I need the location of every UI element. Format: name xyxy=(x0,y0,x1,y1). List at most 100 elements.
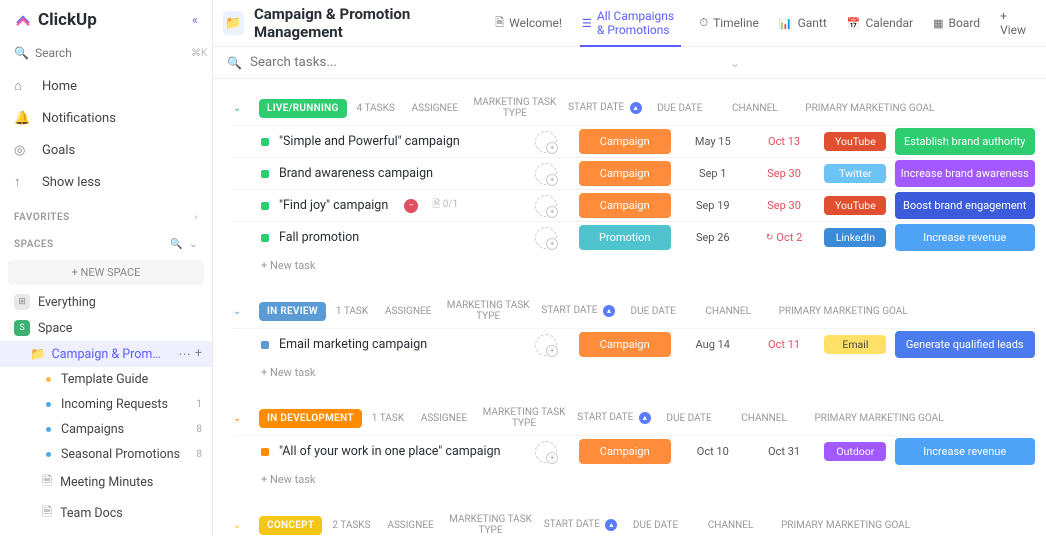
task-row[interactable]: Brand awareness campaign Campaign Sep 1Sep… xyxy=(233,157,1036,189)
sort-asc-icon[interactable]: ▲ xyxy=(639,412,651,424)
task-row[interactable]: "Simple and Powerful" campaign Campaign Ma… xyxy=(233,125,1036,157)
col-assignee[interactable]: ASSIGNEE xyxy=(378,306,438,317)
collapse-group-icon[interactable]: ⌄ xyxy=(233,103,249,114)
col-primary-marketing-goal[interactable]: PRIMARY MARKETING GOAL xyxy=(771,520,921,531)
marketing-task-type-badge[interactable]: Campaign xyxy=(579,193,671,218)
goal-badge[interactable]: Increase revenue xyxy=(895,224,1035,251)
sort-asc-icon[interactable]: ▲ xyxy=(630,102,642,114)
start-date[interactable]: Sep 19 xyxy=(675,199,751,212)
status-dot[interactable] xyxy=(261,202,269,210)
goal-badge[interactable]: Establish brand authority xyxy=(895,128,1035,155)
col-due-date[interactable]: DUE DATE xyxy=(654,413,724,424)
assignee-empty[interactable] xyxy=(535,227,557,249)
status-pill[interactable]: IN DEVELOPMENT xyxy=(259,409,362,428)
task-title[interactable]: "Simple and Powerful" campaign xyxy=(279,134,460,149)
tree-space[interactable]: S Space xyxy=(0,315,212,341)
channel-badge[interactable]: YouTube xyxy=(824,196,886,215)
col-primary-marketing-goal[interactable]: PRIMARY MARKETING GOAL xyxy=(768,306,918,317)
task-title[interactable]: "Find joy" campaign xyxy=(279,198,388,213)
channel-badge[interactable]: Email xyxy=(824,335,886,354)
tree-item[interactable]: Campaigns8 xyxy=(0,417,212,442)
tree-item[interactable]: 🗎Meeting Minutes xyxy=(0,467,212,498)
col-assignee[interactable]: ASSIGNEE xyxy=(414,413,474,424)
col-start-date[interactable]: START DATE ▲ xyxy=(541,519,621,531)
collapse-group-icon[interactable]: ⌄ xyxy=(233,520,249,531)
nav-show-less[interactable]: ↑Show less xyxy=(0,166,212,198)
marketing-task-type-badge[interactable]: Campaign xyxy=(579,161,671,186)
collapse-sidebar-icon[interactable]: « xyxy=(192,13,198,28)
plus-icon[interactable]: + xyxy=(195,346,202,362)
start-date[interactable]: Aug 14 xyxy=(675,338,751,351)
start-date[interactable]: Oct 10 xyxy=(675,445,751,458)
col-due-date[interactable]: DUE DATE xyxy=(618,306,688,317)
new-space-button[interactable]: + NEW SPACE xyxy=(8,260,204,285)
due-date[interactable]: Oct 11 xyxy=(751,338,818,351)
status-dot[interactable] xyxy=(261,234,269,242)
status-dot[interactable] xyxy=(261,170,269,178)
chevron-right-icon[interactable]: › xyxy=(194,212,198,223)
sort-asc-icon[interactable]: ▲ xyxy=(603,305,615,317)
status-dot[interactable] xyxy=(261,138,269,146)
marketing-task-type-badge[interactable]: Campaign xyxy=(579,439,671,464)
tab--view[interactable]: + View xyxy=(990,0,1036,47)
tree-campaign-promotion[interactable]: 📁 Campaign & Promotion M... ⋯+ xyxy=(0,341,212,367)
tab-welcome-[interactable]: 🗎Welcome! xyxy=(485,0,572,47)
assignee-empty[interactable] xyxy=(535,163,557,185)
task-title[interactable]: Email marketing campaign xyxy=(279,337,427,352)
assignee-empty[interactable] xyxy=(535,441,557,463)
marketing-task-type-badge[interactable]: Campaign xyxy=(579,129,671,154)
status-pill[interactable]: CONCEPT xyxy=(259,516,322,535)
goal-badge[interactable]: Generate qualified leads xyxy=(895,331,1035,358)
status-pill[interactable]: LIVE/RUNNING xyxy=(259,99,347,118)
col-start-date[interactable]: START DATE ▲ xyxy=(538,305,618,317)
col-start-date[interactable]: START DATE ▲ xyxy=(574,412,654,424)
new-task-button[interactable]: + New task xyxy=(233,360,1036,385)
task-search-input[interactable] xyxy=(250,55,430,70)
tree-item[interactable]: Seasonal Promotions8 xyxy=(0,442,212,467)
goal-badge[interactable]: Boost brand engagement xyxy=(895,192,1035,219)
task-title[interactable]: "All of your work in one place" campaign xyxy=(279,444,501,459)
col-channel[interactable]: CHANNEL xyxy=(724,413,804,424)
task-row[interactable]: "All of your work in one place" campaign… xyxy=(233,435,1036,467)
due-date[interactable]: Sep 30 xyxy=(751,199,818,212)
chevron-down-icon[interactable]: ⌄ xyxy=(730,56,740,70)
marketing-task-type-badge[interactable]: Promotion xyxy=(579,225,671,250)
start-date[interactable]: Sep 26 xyxy=(675,231,751,244)
assignee-empty[interactable] xyxy=(535,334,557,356)
collapse-group-icon[interactable]: ⌄ xyxy=(233,413,249,424)
due-date[interactable]: ↻Oct 2 xyxy=(751,231,818,244)
collapse-group-icon[interactable]: ⌄ xyxy=(233,306,249,317)
assignee-empty[interactable] xyxy=(535,131,557,153)
task-title[interactable]: Fall promotion xyxy=(279,230,359,245)
tab-timeline[interactable]: ⏱Timeline xyxy=(689,0,768,47)
task-title[interactable]: Brand awareness campaign xyxy=(279,166,433,181)
start-date[interactable]: May 15 xyxy=(675,135,751,148)
task-row[interactable]: "Find joy" campaign−🗎 0/1CampaignSep 19S… xyxy=(233,189,1036,221)
task-row[interactable]: Fall promotionPromotionSep 26↻Oct 2Linke… xyxy=(233,221,1036,253)
due-date[interactable]: Oct 31 xyxy=(751,445,818,458)
more-icon[interactable]: ⋯ xyxy=(178,346,191,362)
col-marketing-task-type[interactable]: MARKETING TASK TYPE xyxy=(441,514,541,536)
col-assignee[interactable]: ASSIGNEE xyxy=(405,103,465,114)
col-marketing-task-type[interactable]: MARKETING TASK TYPE xyxy=(438,300,538,322)
tab-calendar[interactable]: 📅Calendar xyxy=(837,0,923,47)
tab-all-campaigns-promotions[interactable]: ☰All Campaigns & Promotions xyxy=(572,0,689,47)
tree-item[interactable]: 🗎Team Docs xyxy=(0,498,212,529)
task-row[interactable]: Email marketing campaignCampaignAug 14Oc… xyxy=(233,328,1036,360)
tab-gantt[interactable]: 📊Gantt xyxy=(769,0,837,47)
channel-badge[interactable]: Twitter xyxy=(824,164,886,183)
goal-badge[interactable]: Increase brand awareness xyxy=(895,160,1035,187)
sidebar-search-input[interactable] xyxy=(35,46,191,60)
new-task-button[interactable]: + New task xyxy=(233,467,1036,492)
col-due-date[interactable]: DUE DATE xyxy=(621,520,691,531)
col-channel[interactable]: CHANNEL xyxy=(715,103,795,114)
tree-item[interactable]: Template Guide xyxy=(0,367,212,392)
status-dot[interactable] xyxy=(261,448,269,456)
due-date[interactable]: Sep 30 xyxy=(751,167,818,180)
col-assignee[interactable]: ASSIGNEE xyxy=(381,520,441,531)
assignee-empty[interactable] xyxy=(535,195,557,217)
due-date[interactable]: Oct 13 xyxy=(751,135,818,148)
start-date[interactable]: Sep 1 xyxy=(675,167,751,180)
col-due-date[interactable]: DUE DATE xyxy=(645,103,715,114)
col-channel[interactable]: CHANNEL xyxy=(691,520,771,531)
